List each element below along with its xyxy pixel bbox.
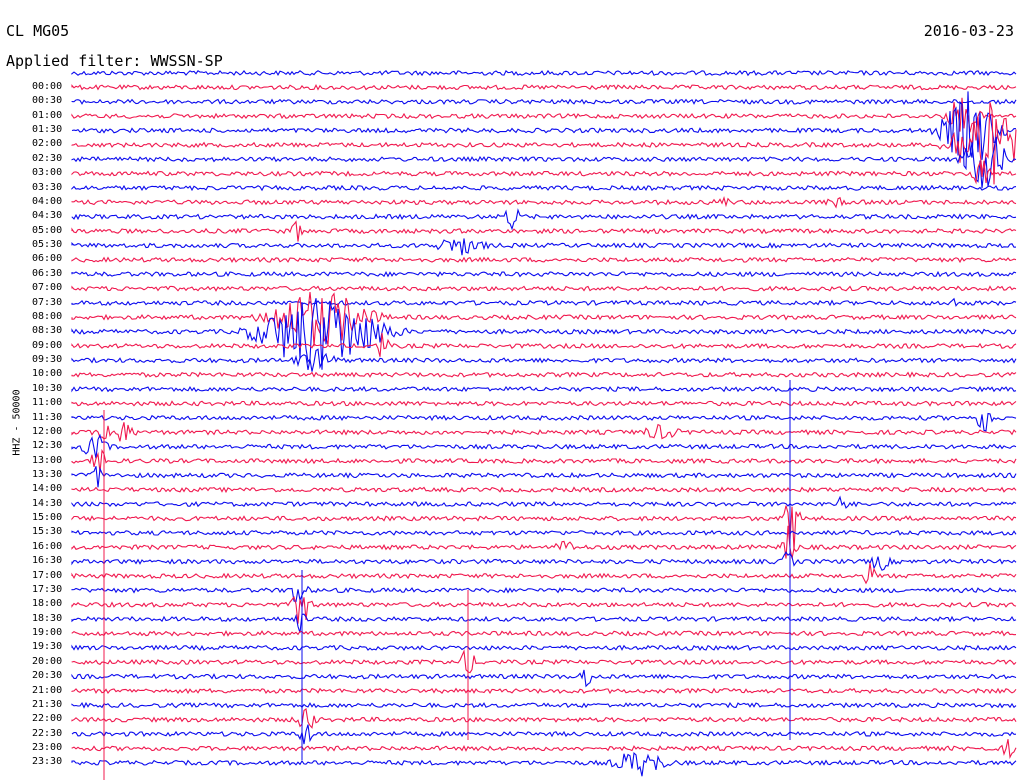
trace-line bbox=[71, 184, 1017, 192]
trace-line bbox=[71, 649, 1017, 674]
trace-line bbox=[71, 448, 1017, 473]
trace-line bbox=[71, 98, 1017, 106]
trace-line bbox=[71, 348, 1017, 372]
trace-line bbox=[71, 669, 1017, 688]
trace-line bbox=[71, 270, 1017, 278]
trace-line bbox=[71, 466, 1017, 488]
trace-line bbox=[71, 724, 1017, 745]
trace-line bbox=[71, 83, 1017, 91]
helicorder-plot bbox=[71, 69, 1017, 780]
trace-line bbox=[71, 208, 1017, 231]
trace-line bbox=[71, 91, 1017, 171]
trace-line bbox=[71, 69, 1017, 77]
trace-line bbox=[71, 529, 1017, 536]
trace-line bbox=[71, 292, 1017, 347]
trace-line bbox=[71, 97, 1017, 133]
trace-line bbox=[71, 562, 1017, 585]
trace-line bbox=[71, 285, 1017, 292]
trace-line bbox=[71, 195, 1017, 209]
trace-line bbox=[71, 486, 1017, 494]
trace-line bbox=[71, 495, 1017, 509]
trace-line bbox=[71, 238, 1017, 256]
trace-line bbox=[71, 708, 1017, 729]
trace-line bbox=[71, 751, 1017, 777]
trace-line bbox=[71, 160, 1017, 185]
trace-line bbox=[71, 433, 1017, 459]
trace-line bbox=[71, 630, 1017, 637]
trace-line bbox=[71, 551, 1017, 571]
trace-line bbox=[71, 739, 1017, 759]
trace-line bbox=[71, 385, 1017, 393]
trace-line bbox=[71, 333, 1017, 357]
trace-line bbox=[71, 220, 1017, 242]
trace-line bbox=[71, 644, 1017, 652]
trace-line bbox=[71, 701, 1017, 709]
trace-line bbox=[71, 585, 1017, 603]
trace-line bbox=[71, 371, 1017, 379]
trace-line bbox=[71, 412, 1017, 432]
trace-line bbox=[71, 613, 1017, 633]
trace-line bbox=[71, 505, 1017, 551]
trace-line bbox=[71, 297, 1017, 307]
trace-line bbox=[71, 687, 1017, 695]
trace-line bbox=[71, 256, 1017, 264]
trace-line bbox=[71, 400, 1017, 407]
trace-line bbox=[71, 525, 1017, 559]
trace-line bbox=[71, 422, 1017, 442]
